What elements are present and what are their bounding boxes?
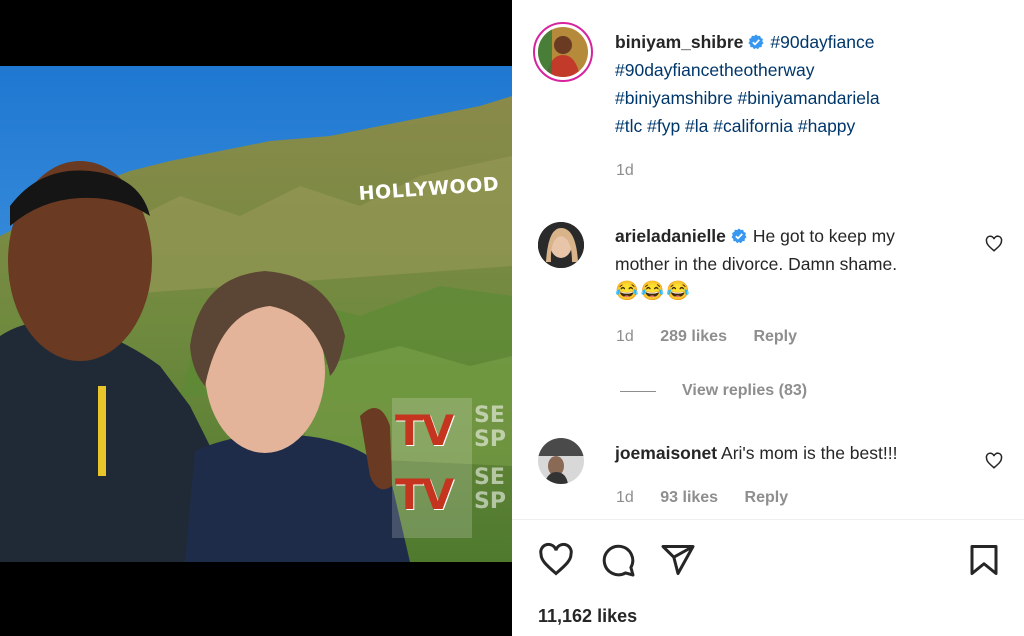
bookmark-icon[interactable] xyxy=(966,542,1002,578)
comment-icon[interactable] xyxy=(600,542,636,578)
comment-avatar-image xyxy=(538,438,584,484)
watermark-side-text: SP xyxy=(474,489,506,514)
comment-username[interactable]: arieladanielle xyxy=(615,226,726,246)
watermark-side-2: SE SP xyxy=(474,466,506,514)
actions-divider xyxy=(512,519,1024,520)
comment-text: Ari's mom is the best!!! xyxy=(721,443,898,463)
comment-time: 1d xyxy=(616,328,634,345)
view-replies-button[interactable]: View replies (83) xyxy=(682,382,807,400)
watermark-side-1: SE SP xyxy=(474,404,506,452)
comment-username[interactable]: joemaisonet xyxy=(615,443,717,463)
heart-icon[interactable] xyxy=(538,542,574,578)
comment-meta: 1d 93 likes Reply xyxy=(616,489,810,507)
hashtag[interactable]: #tlc #fyp #la #california #happy xyxy=(615,112,1015,140)
reply-button[interactable]: Reply xyxy=(745,489,789,506)
hashtag[interactable]: #90dayfiance xyxy=(770,32,874,52)
comment-body: arieladanielle He got to keep my mother i… xyxy=(615,222,995,306)
author-username[interactable]: biniyam_shibre xyxy=(615,32,743,52)
comment-avatar-arieladanielle[interactable] xyxy=(538,222,584,268)
comment-like-heart-icon[interactable] xyxy=(985,452,1003,470)
comment-avatar-image xyxy=(538,222,584,268)
comment-emoji: 😂😂😂 xyxy=(615,281,692,302)
hashtag[interactable]: #90dayfiancetheotherway xyxy=(615,56,1015,84)
post-media[interactable]: HOLLYWOOD TV TV SE SP SE SP xyxy=(0,0,512,636)
share-icon[interactable] xyxy=(660,542,696,578)
comment-time: 1d xyxy=(616,489,634,506)
watermark-tv-2: TV xyxy=(395,470,454,519)
post-panel: biniyam_shibre #90dayfiance #90dayfiancet… xyxy=(512,0,1024,636)
comment-likes[interactable]: 93 likes xyxy=(660,489,718,506)
post-caption: biniyam_shibre #90dayfiance #90dayfiancet… xyxy=(615,28,1015,140)
post-likes-count[interactable]: 11,162 likes xyxy=(538,606,637,627)
post-photo[interactable]: HOLLYWOOD TV TV SE SP SE SP xyxy=(0,66,512,562)
view-replies-line xyxy=(620,391,656,392)
comment-body: joemaisonet Ari's mom is the best!!! xyxy=(615,439,995,467)
verified-badge-icon xyxy=(748,34,764,50)
comment-avatar-joemaisonet[interactable] xyxy=(538,438,584,484)
watermark-tv-1: TV xyxy=(395,406,454,455)
watermark-side-text: SP xyxy=(474,427,506,452)
comment-text: He got to keep my xyxy=(752,226,895,246)
caption-time: 1d xyxy=(616,162,634,179)
comment-like-heart-icon[interactable] xyxy=(985,235,1003,253)
hashtag[interactable]: #biniyamshibre #biniyamandariela xyxy=(615,84,1015,112)
watermark-side-text: SE xyxy=(474,465,505,490)
verified-badge-icon xyxy=(731,228,747,244)
comment-text: mother in the divorce. Damn shame. xyxy=(615,254,898,274)
comment-likes[interactable]: 289 likes xyxy=(660,328,727,345)
comment-meta: 1d 289 likes Reply xyxy=(616,328,819,346)
reply-button[interactable]: Reply xyxy=(753,328,797,345)
author-avatar[interactable] xyxy=(533,22,593,82)
watermark-side-text: SE xyxy=(474,403,505,428)
author-avatar-image xyxy=(538,27,588,77)
